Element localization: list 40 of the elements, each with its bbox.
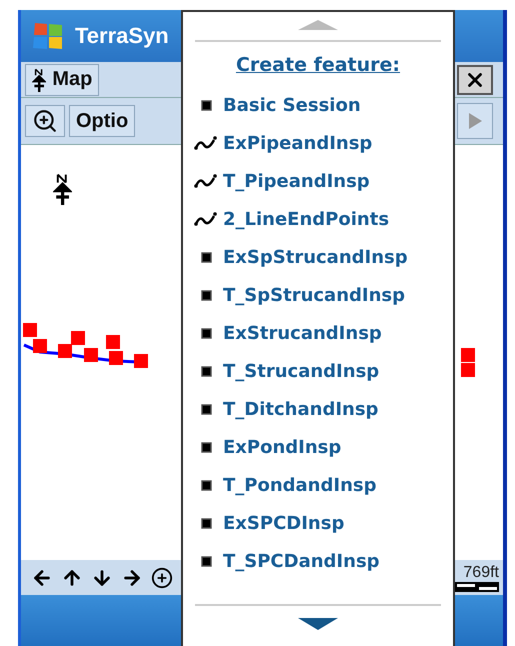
options-button[interactable]: Optio: [69, 105, 136, 137]
point-icon: [200, 556, 212, 566]
point-icon: [200, 480, 212, 490]
menu-item[interactable]: T_PondandInsp: [183, 466, 453, 504]
close-button[interactable]: [457, 64, 493, 94]
menu-item[interactable]: T_SpStrucandInsp: [183, 276, 453, 314]
window-title: TerraSyn: [75, 23, 169, 49]
north-arrow-icon: [32, 68, 46, 92]
menu-item[interactable]: 2_LineEndPoints: [183, 200, 453, 238]
menu-item[interactable]: T_StrucandInsp: [183, 352, 453, 390]
menu-item[interactable]: ExStrucandInsp: [183, 314, 453, 352]
point-icon: [200, 290, 212, 300]
menu-heading: Create feature:: [236, 54, 400, 76]
zoom-in-button[interactable]: [25, 105, 65, 137]
line-icon: [194, 135, 218, 151]
point-icon: [200, 366, 212, 376]
point-icon: [200, 100, 212, 110]
zoom-in-icon: [32, 108, 58, 134]
scroll-down-icon[interactable]: [298, 618, 338, 630]
scale-label: 769ft: [463, 564, 499, 582]
north-arrow-icon: [53, 173, 72, 205]
menu-item[interactable]: T_DitchandInsp: [183, 390, 453, 428]
point-icon: [200, 328, 212, 338]
map-points-drawing: [461, 348, 475, 377]
point-icon: [200, 442, 212, 452]
menu-item[interactable]: Basic Session: [183, 86, 453, 124]
line-icon: [194, 173, 218, 189]
menu-item[interactable]: T_SPCDandInsp: [183, 542, 453, 580]
line-icon: [194, 211, 218, 227]
point-icon: [200, 518, 212, 528]
zoom-in-icon[interactable]: [151, 566, 173, 588]
menu-item[interactable]: ExPondInsp: [183, 428, 453, 466]
menu-item[interactable]: T_PipeandInsp: [183, 162, 453, 200]
point-icon: [200, 404, 212, 414]
menu-item[interactable]: ExPipeandInsp: [183, 124, 453, 162]
menu-item[interactable]: ExSpStrucandInsp: [183, 238, 453, 276]
map-button[interactable]: Map: [25, 64, 100, 96]
right-triangle-icon: [467, 112, 483, 130]
point-icon: [200, 252, 212, 262]
menu-item[interactable]: ExSPCDInsp: [183, 504, 453, 542]
